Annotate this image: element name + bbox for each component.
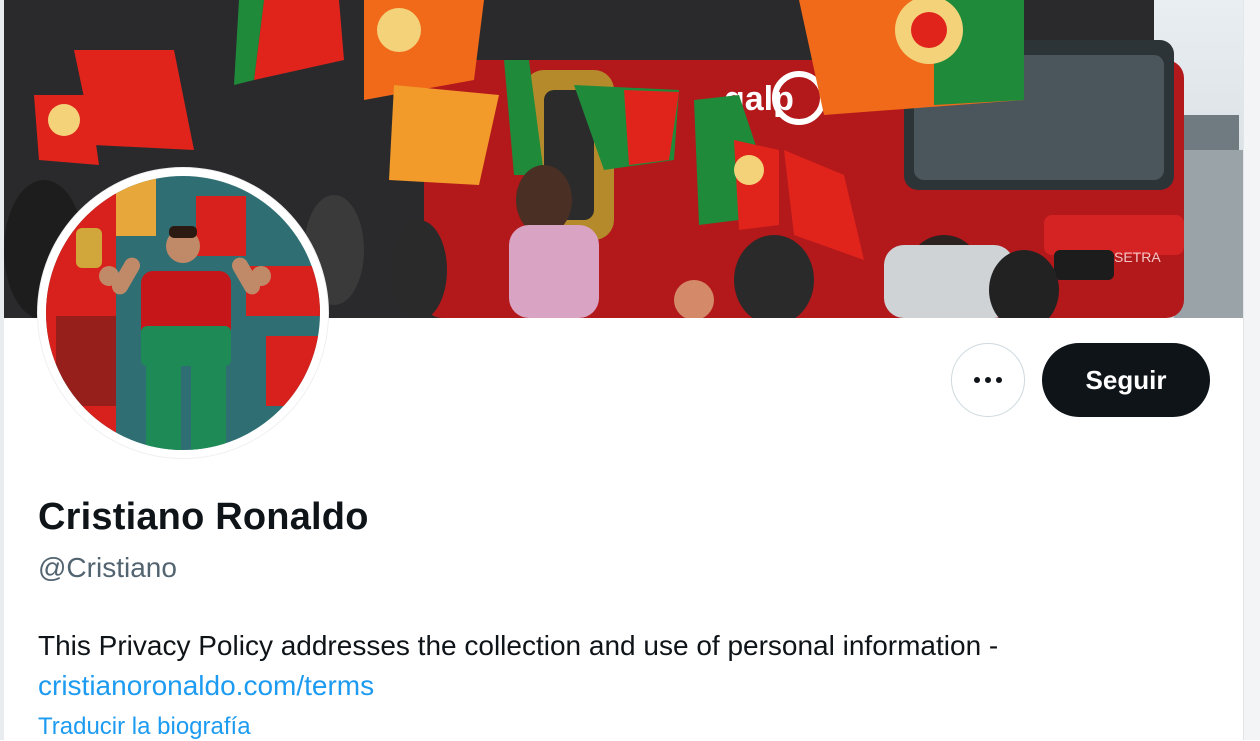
scrollbar-track[interactable] xyxy=(1243,0,1260,740)
more-horizontal-icon xyxy=(974,377,1002,383)
profile-bio: This Privacy Policy addresses the collec… xyxy=(38,626,1218,706)
profile-name: Cristiano Ronaldo xyxy=(38,496,369,538)
bus-model-text: SETRA xyxy=(1114,249,1161,265)
bio-link[interactable]: cristianoronaldo.com/terms xyxy=(38,666,1218,706)
profile-avatar[interactable] xyxy=(38,168,328,458)
follow-button[interactable]: Seguir xyxy=(1042,343,1210,417)
bio-text: This Privacy Policy addresses the collec… xyxy=(38,630,999,661)
profile-handle: @Cristiano xyxy=(38,552,177,583)
profile-page: SETRA galp Seguir Cristiano Ronaldo @Cri… xyxy=(0,0,1260,740)
avatar-image xyxy=(46,176,320,450)
more-options-button[interactable] xyxy=(951,343,1025,417)
translate-bio-link[interactable]: Traducir la biografía xyxy=(38,713,251,741)
